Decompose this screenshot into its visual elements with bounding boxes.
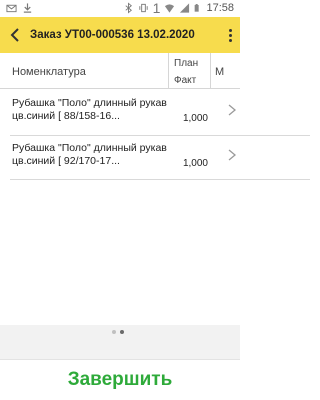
- column-header-nomenclature[interactable]: Номенклатура: [12, 66, 86, 78]
- table-row[interactable]: Рубашка "Поло" длинный рукав цв.синий [ …: [0, 136, 240, 179]
- vibrate-icon: [139, 3, 148, 13]
- page-dot[interactable]: [112, 330, 116, 334]
- battery-icon: [195, 4, 200, 12]
- column-header-plan[interactable]: План: [174, 58, 198, 69]
- signal-icon: [180, 3, 190, 13]
- more-vert-icon: [228, 28, 232, 32]
- row-nomenclature: Рубашка "Поло" длинный рукав цв.синий [ …: [12, 142, 167, 167]
- sim-number: 1: [152, 0, 161, 16]
- table-row[interactable]: Рубашка "Поло" длинный рукав цв.синий [ …: [0, 91, 240, 134]
- clock: 17:58: [206, 2, 234, 14]
- mail-icon: [6, 4, 17, 13]
- bluetooth-icon: [125, 2, 132, 14]
- more-vert-dot: [228, 38, 232, 42]
- row-divider: [10, 179, 310, 180]
- more-menu-button[interactable]: [220, 17, 240, 53]
- status-bar: 1 17:58: [0, 0, 240, 17]
- column-divider: [210, 53, 211, 89]
- back-button[interactable]: [0, 17, 30, 53]
- row-fact-value: 1,000: [182, 158, 208, 169]
- row-fact-value: 1,000: [182, 113, 208, 124]
- status-right-icons: 1 17:58: [123, 1, 234, 15]
- wifi-icon: [165, 4, 175, 13]
- chevron-left-icon: [10, 28, 19, 42]
- column-divider: [168, 53, 169, 89]
- status-left-icons: [6, 2, 33, 14]
- table-header: Номенклатура План Факт М: [0, 53, 240, 89]
- column-header-fact[interactable]: Факт: [174, 75, 196, 86]
- more-vert-dot: [228, 33, 232, 37]
- page-title: Заказ УТ00-000536 13.02.2020: [30, 29, 195, 41]
- row-nomenclature: Рубашка "Поло" длинный рукав цв.синий [ …: [12, 97, 167, 122]
- page-dot-active[interactable]: [120, 330, 124, 334]
- download-icon: [23, 3, 32, 13]
- chevron-right-icon: [228, 104, 237, 116]
- bottom-action-bar: Завершить: [0, 359, 240, 400]
- finish-button[interactable]: Завершить: [68, 369, 173, 391]
- chevron-right-icon: [228, 149, 237, 161]
- column-header-m[interactable]: М: [215, 66, 224, 78]
- page-indicator: [112, 330, 124, 334]
- app-bar: Заказ УТ00-000536 13.02.2020: [0, 17, 240, 53]
